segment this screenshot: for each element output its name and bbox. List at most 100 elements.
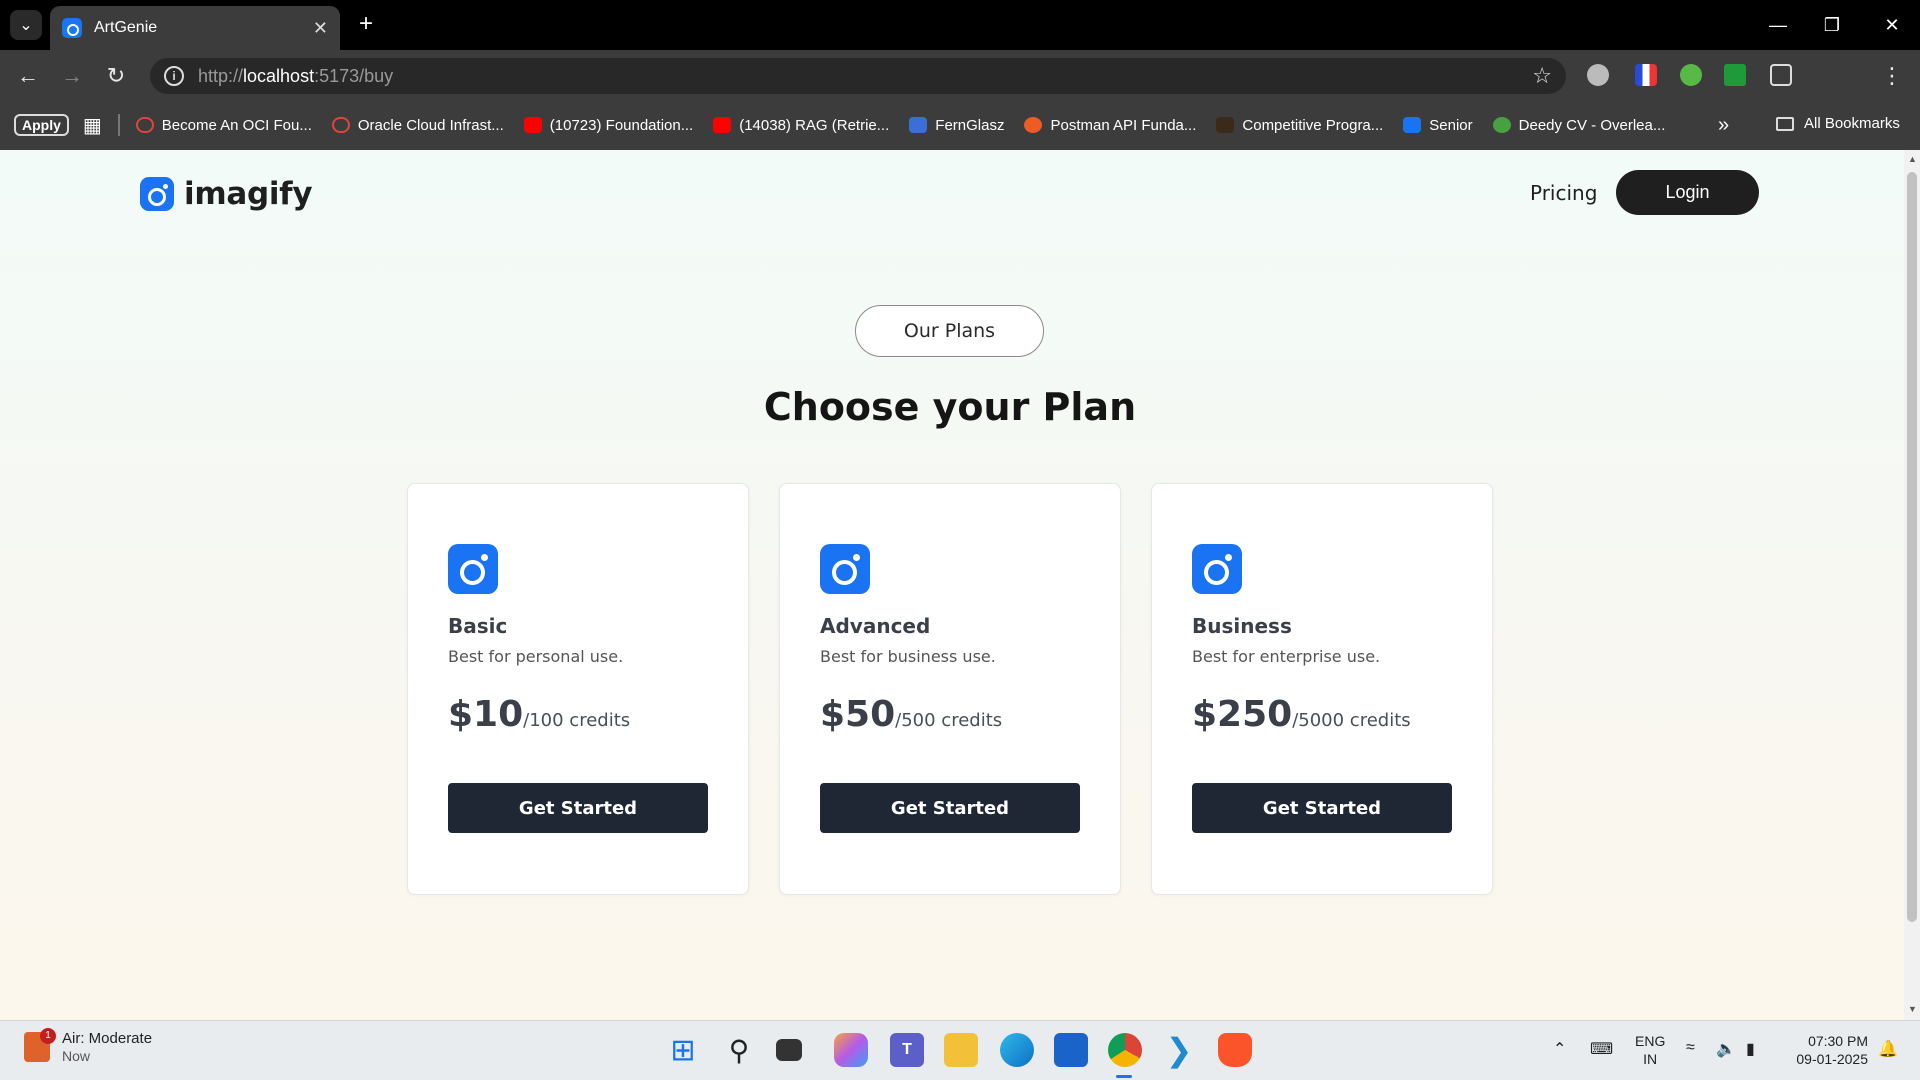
bookmark-label: Deedy CV - Overlea... <box>1518 116 1666 134</box>
volume-icon[interactable]: 🔈 <box>1716 1039 1736 1059</box>
task-view-icon[interactable] <box>776 1039 802 1061</box>
language-region: IN <box>1643 1051 1658 1067</box>
bookmark-star-icon[interactable]: ☆ <box>1532 63 1552 89</box>
reload-button[interactable]: ↻ <box>100 60 132 92</box>
senior-icon <box>1403 117 1422 133</box>
login-button[interactable]: Login <box>1616 170 1759 215</box>
get-started-button[interactable]: Get Started <box>1192 783 1452 833</box>
bookmark-item[interactable]: Deedy CV - Overlea... <box>1492 116 1666 134</box>
bookmark-item[interactable]: Competitive Progra... <box>1216 117 1383 134</box>
extension-plus-icon[interactable] <box>1680 64 1702 86</box>
back-button[interactable]: ← <box>12 60 44 92</box>
plan-price: $10/100 credits <box>448 694 630 735</box>
page-content: imagify Pricing Login Our Plans Choose y… <box>0 150 1904 1020</box>
pricing-link[interactable]: Pricing <box>1530 181 1597 205</box>
wifi-icon[interactable]: ≈ <box>1686 1039 1695 1057</box>
plan-card-advanced: Advanced Best for business use. $50/500 … <box>779 483 1121 895</box>
scroll-down-icon[interactable]: ▼ <box>1908 1004 1917 1014</box>
chrome-icon[interactable] <box>1108 1033 1142 1067</box>
language-indicator[interactable]: ENG IN <box>1635 1032 1665 1068</box>
forward-button[interactable]: → <box>56 60 88 92</box>
new-tab-button[interactable]: + <box>352 10 380 38</box>
our-plans-badge: Our Plans <box>855 305 1044 357</box>
vscode-icon[interactable]: ❯ <box>1162 1032 1196 1068</box>
youtube-icon <box>523 117 542 133</box>
get-started-button[interactable]: Get Started <box>820 783 1080 833</box>
weather-widget[interactable]: 1 Air: Moderate Now <box>24 1027 153 1064</box>
edge-icon[interactable] <box>1000 1033 1034 1067</box>
bookmark-label: (14038) RAG (Retrie... <box>739 116 890 134</box>
bookmark-item[interactable]: Senior <box>1403 117 1473 134</box>
site-info-icon[interactable]: i <box>164 66 184 86</box>
weather-subtitle: Now <box>62 1048 91 1064</box>
minimize-button[interactable]: — <box>1758 10 1798 40</box>
extension-flag-icon[interactable] <box>1635 64 1657 86</box>
clock[interactable]: 07:30 PM 09-01-2025 <box>1786 1032 1868 1068</box>
extension-incognito-icon[interactable] <box>1587 64 1609 86</box>
apps-grid-icon[interactable]: ▦ <box>83 113 102 138</box>
plan-card-basic: Basic Best for personal use. $10/100 cre… <box>407 483 749 895</box>
more-bookmarks-icon[interactable]: » <box>1718 114 1729 137</box>
bookmark-item[interactable]: FernGlasz <box>909 117 1004 134</box>
address-bar[interactable]: i http://localhost:5173/buy ☆ <box>150 58 1566 94</box>
page-title: Choose your Plan <box>763 385 1137 429</box>
copilot-icon[interactable] <box>834 1033 868 1067</box>
codechef-icon <box>1216 117 1235 133</box>
brave-icon[interactable] <box>1218 1033 1252 1067</box>
microsoft-store-icon[interactable] <box>1054 1033 1088 1067</box>
plan-description: Best for business use. <box>820 647 996 666</box>
browser-menu-icon[interactable]: ⋮ <box>1876 60 1908 92</box>
bookmark-label: Postman API Funda... <box>1050 116 1197 134</box>
bookmarks-bar: Apply ▦ Become An OCI Fou... Oracle Clou… <box>0 100 1920 150</box>
teams-icon[interactable]: T <box>890 1033 924 1067</box>
bookmark-item[interactable]: Postman API Funda... <box>1024 117 1196 134</box>
notification-badge: 1 <box>40 1027 56 1044</box>
bookmark-item[interactable]: Oracle Cloud Infrast... <box>331 116 504 134</box>
folder-icon <box>1776 116 1794 131</box>
tab-search-button[interactable]: ⌄ <box>10 10 42 40</box>
all-bookmarks-label: All Bookmarks <box>1804 115 1900 132</box>
search-icon[interactable]: ⚲ <box>722 1033 756 1067</box>
language-code: ENG <box>1635 1033 1666 1049</box>
get-started-button[interactable]: Get Started <box>448 783 708 833</box>
page-scrollbar[interactable]: ▲ ▼ <box>1904 150 1920 1020</box>
plan-logo-icon <box>448 544 498 594</box>
brand-name: imagify <box>184 176 313 212</box>
plan-price: $50/500 credits <box>820 694 1002 735</box>
plan-credits: /100 credits <box>523 710 631 731</box>
active-app-indicator <box>1116 1075 1132 1078</box>
bookmark-label: FernGlasz <box>935 116 1005 134</box>
file-explorer-icon[interactable] <box>944 1033 978 1067</box>
show-hidden-icons-icon[interactable]: ⌃ <box>1553 1039 1566 1059</box>
favicon-icon <box>62 18 82 38</box>
url-path: :5173/buy <box>314 65 394 86</box>
youtube-icon <box>713 117 732 133</box>
plan-price-amount: $250 <box>1192 694 1293 735</box>
bookmark-item[interactable]: (14038) RAG (Retrie... <box>713 117 889 134</box>
bookmark-item[interactable]: Become An OCI Fou... <box>135 117 312 134</box>
plan-credits: /500 credits <box>895 710 1003 731</box>
battery-icon[interactable]: ▮ <box>1746 1039 1755 1059</box>
extension-download-icon[interactable] <box>1724 64 1746 86</box>
extensions-puzzle-icon[interactable] <box>1770 64 1792 86</box>
close-window-button[interactable]: ✕ <box>1872 10 1912 40</box>
oracle-icon <box>135 117 154 133</box>
oracle-icon <box>331 117 350 133</box>
notification-bell-icon[interactable]: 🔔 <box>1878 1039 1898 1059</box>
browser-tab[interactable]: ArtGenie ✕ <box>50 6 340 50</box>
all-bookmarks-button[interactable]: All Bookmarks <box>1776 115 1900 132</box>
plan-price-amount: $50 <box>820 694 896 735</box>
keyboard-icon[interactable]: ⌨ <box>1590 1039 1613 1059</box>
windows-start-icon[interactable]: ⊞ <box>666 1033 700 1067</box>
restore-button[interactable]: ❐ <box>1812 10 1852 40</box>
bookmark-label: Oracle Cloud Infrast... <box>357 116 504 134</box>
bookmark-item[interactable]: (10723) Foundation... <box>523 117 693 134</box>
close-icon[interactable]: ✕ <box>313 18 328 39</box>
url-host: localhost <box>243 65 315 86</box>
scroll-up-icon[interactable]: ▲ <box>1908 154 1917 164</box>
clock-date: 09-01-2025 <box>1796 1051 1868 1067</box>
weather-title: Air: Moderate <box>62 1030 153 1047</box>
brand-logo-link[interactable]: imagify <box>140 176 313 212</box>
scrollbar-thumb[interactable] <box>1907 172 1917 922</box>
bookmark-apply[interactable]: Apply <box>14 114 69 136</box>
